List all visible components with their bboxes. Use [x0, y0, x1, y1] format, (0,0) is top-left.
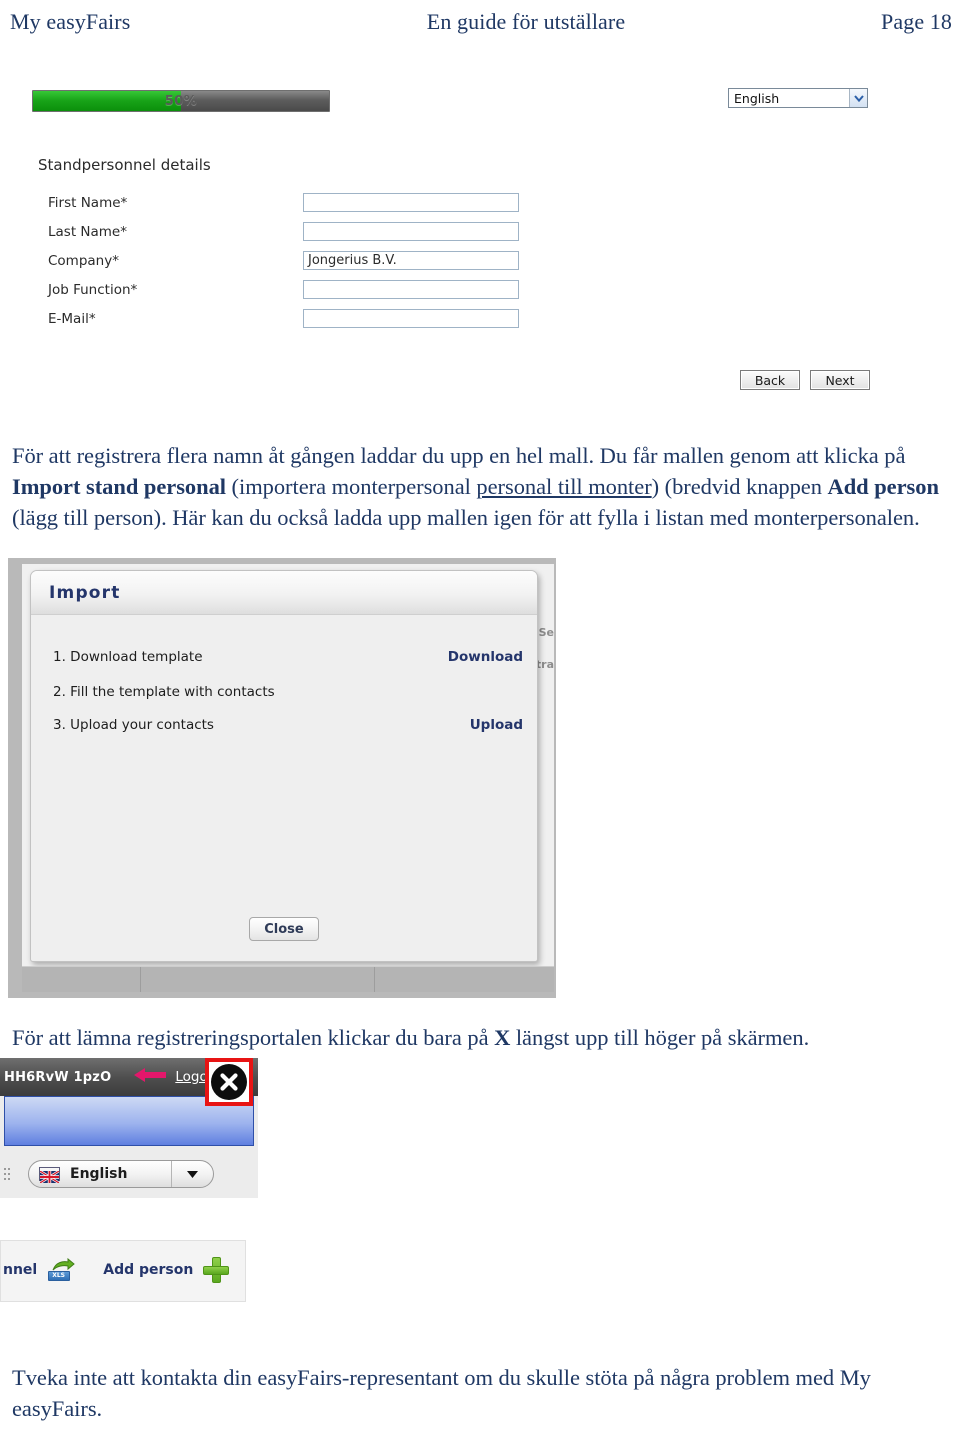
para1-part3: ) (bredvid knappen — [651, 474, 828, 499]
document-page: My easyFairs En guide för utställare Pag… — [0, 0, 960, 1435]
header-left-title: My easyFairs — [10, 9, 131, 34]
para1-bold-addperson: Add person — [827, 474, 939, 499]
para1-part2: (importera monterpersonal — [225, 474, 477, 499]
registration-form-screenshot: 50% English Standpersonnel details First… — [20, 76, 920, 406]
para2-part2: längst upp till höger på skärmen. — [510, 1025, 810, 1050]
para1-part4: (lägg till person). Här kan du också lad… — [12, 505, 920, 530]
header-center-title: En guide för utställare — [426, 9, 626, 34]
left-arrow-icon — [133, 1066, 167, 1088]
instruction-paragraph-2: För att lämna registreringsportalen klic… — [12, 1022, 948, 1053]
close-x-circle-icon — [211, 1064, 247, 1100]
para2-bold-x: X — [494, 1025, 511, 1050]
next-button[interactable]: Next — [810, 370, 870, 390]
import-dialog: Import 1. Download template Download 2. … — [30, 570, 538, 962]
chevron-down-icon[interactable] — [849, 89, 867, 107]
import-step-1-text: 1. Download template — [53, 649, 203, 665]
download-link[interactable]: Download — [448, 649, 523, 665]
import-step-2: 2. Fill the template with contacts — [53, 684, 523, 700]
para1-underline: personal till monter — [476, 474, 652, 499]
footer-paragraph: Tveka inte att kontakta din easyFairs-re… — [12, 1365, 871, 1421]
close-button[interactable]: Close — [249, 917, 319, 941]
company-input[interactable]: Jongerius B.V. — [303, 251, 519, 270]
ghost-right-text-2: tra — [535, 658, 554, 671]
import-dialog-title: Import — [49, 582, 121, 603]
import-step-3-text: 3. Upload your contacts — [53, 717, 214, 733]
instruction-paragraph-1: För att registrera flera namn åt gången … — [12, 440, 948, 533]
progress-bar: 50% — [32, 90, 330, 112]
form-row-job-function: Job Function* — [48, 275, 568, 304]
close-x-annotation — [205, 1058, 253, 1106]
email-label: E-Mail* — [48, 310, 96, 327]
form-button-row: Back Next — [740, 370, 870, 390]
form-row-company: Company* Jongerius B.V. — [48, 246, 568, 275]
xls-export-icon[interactable]: XLS — [47, 1258, 76, 1281]
add-person-toolbar: nnel XLS Add person — [1, 1247, 245, 1293]
add-person-screenshot: nnel XLS Add person — [0, 1240, 246, 1302]
import-dialog-header: Import — [31, 571, 537, 615]
para1-part1: För att registrera flera namn åt gången … — [12, 443, 906, 468]
job-function-label: Job Function* — [48, 281, 138, 298]
first-name-input[interactable] — [303, 193, 519, 212]
upload-link[interactable]: Upload — [470, 717, 523, 733]
session-id-label: HH6RvW 1pzO — [4, 1069, 112, 1085]
language-pill-value: English — [70, 1166, 128, 1182]
xls-sheet: XLS — [48, 1271, 71, 1281]
import-step-1: 1. Download template Download — [53, 649, 523, 665]
import-personnel-label[interactable]: nnel — [3, 1262, 37, 1278]
first-name-label: First Name* — [48, 194, 128, 211]
background-bottom-bar — [22, 966, 554, 992]
last-name-label: Last Name* — [48, 223, 127, 240]
drag-handle-dots — [4, 1168, 12, 1180]
company-label: Company* — [48, 252, 119, 269]
last-name-input[interactable] — [303, 222, 519, 241]
progress-bar-label: 50% — [164, 93, 198, 109]
form-row-last-name: Last Name* — [48, 217, 568, 246]
form-row-first-name: First Name* — [48, 188, 568, 217]
job-function-input[interactable] — [303, 280, 519, 299]
import-step-2-text: 2. Fill the template with contacts — [53, 684, 275, 700]
add-person-label[interactable]: Add person — [103, 1262, 193, 1278]
uk-flag-icon — [39, 1167, 60, 1185]
import-dialog-screenshot: Se tra Import 1. Download template Downl… — [8, 558, 556, 998]
back-button[interactable]: Back — [740, 370, 800, 390]
triangle-down-icon[interactable] — [171, 1161, 213, 1187]
import-step-3: 3. Upload your contacts Upload — [53, 717, 523, 733]
ghost-right-text-1: Se — [538, 626, 554, 639]
form-row-email: E-Mail* — [48, 304, 568, 333]
language-select[interactable]: English — [728, 88, 868, 108]
header-page-number: Page 18 — [881, 9, 952, 34]
page-header: My easyFairs En guide för utställare Pag… — [0, 0, 960, 44]
section-title: Standpersonnel details — [38, 156, 211, 174]
language-pill-select[interactable]: English — [28, 1160, 214, 1188]
para1-bold-import: Import stand personal — [12, 474, 226, 499]
para2-part1: För att lämna registreringsportalen klic… — [12, 1025, 495, 1050]
email-input[interactable] — [303, 309, 519, 328]
language-select-value: English — [734, 90, 780, 106]
green-plus-icon[interactable] — [203, 1257, 230, 1283]
